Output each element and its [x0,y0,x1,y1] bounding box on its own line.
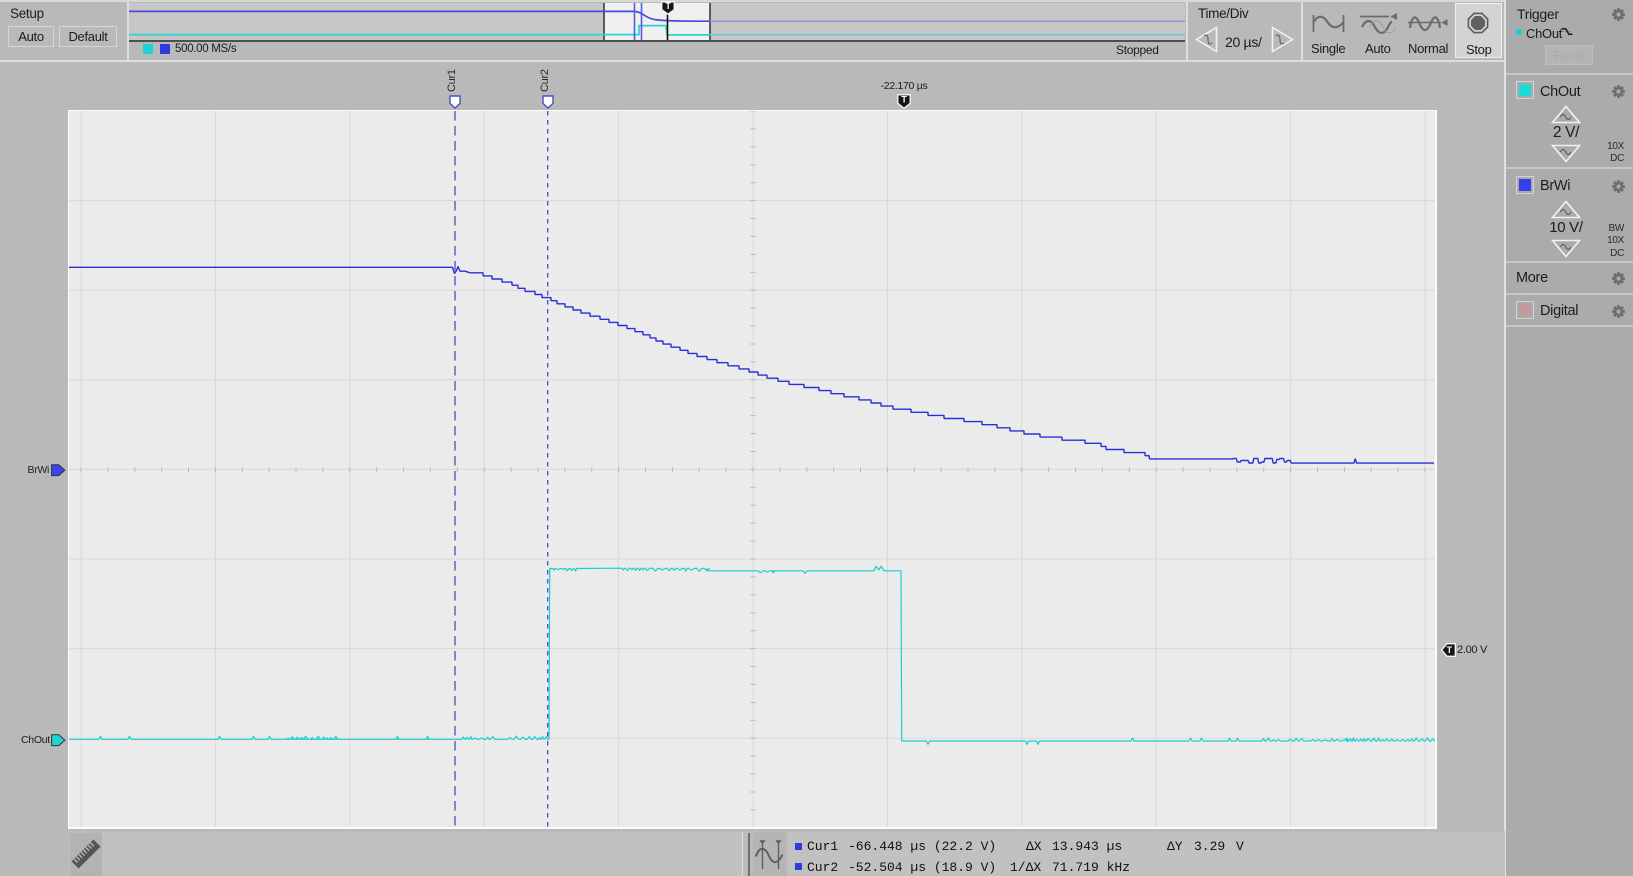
svg-text:T: T [1447,645,1453,655]
svg-text:T: T [901,94,907,104]
svg-text:T: T [665,1,671,11]
